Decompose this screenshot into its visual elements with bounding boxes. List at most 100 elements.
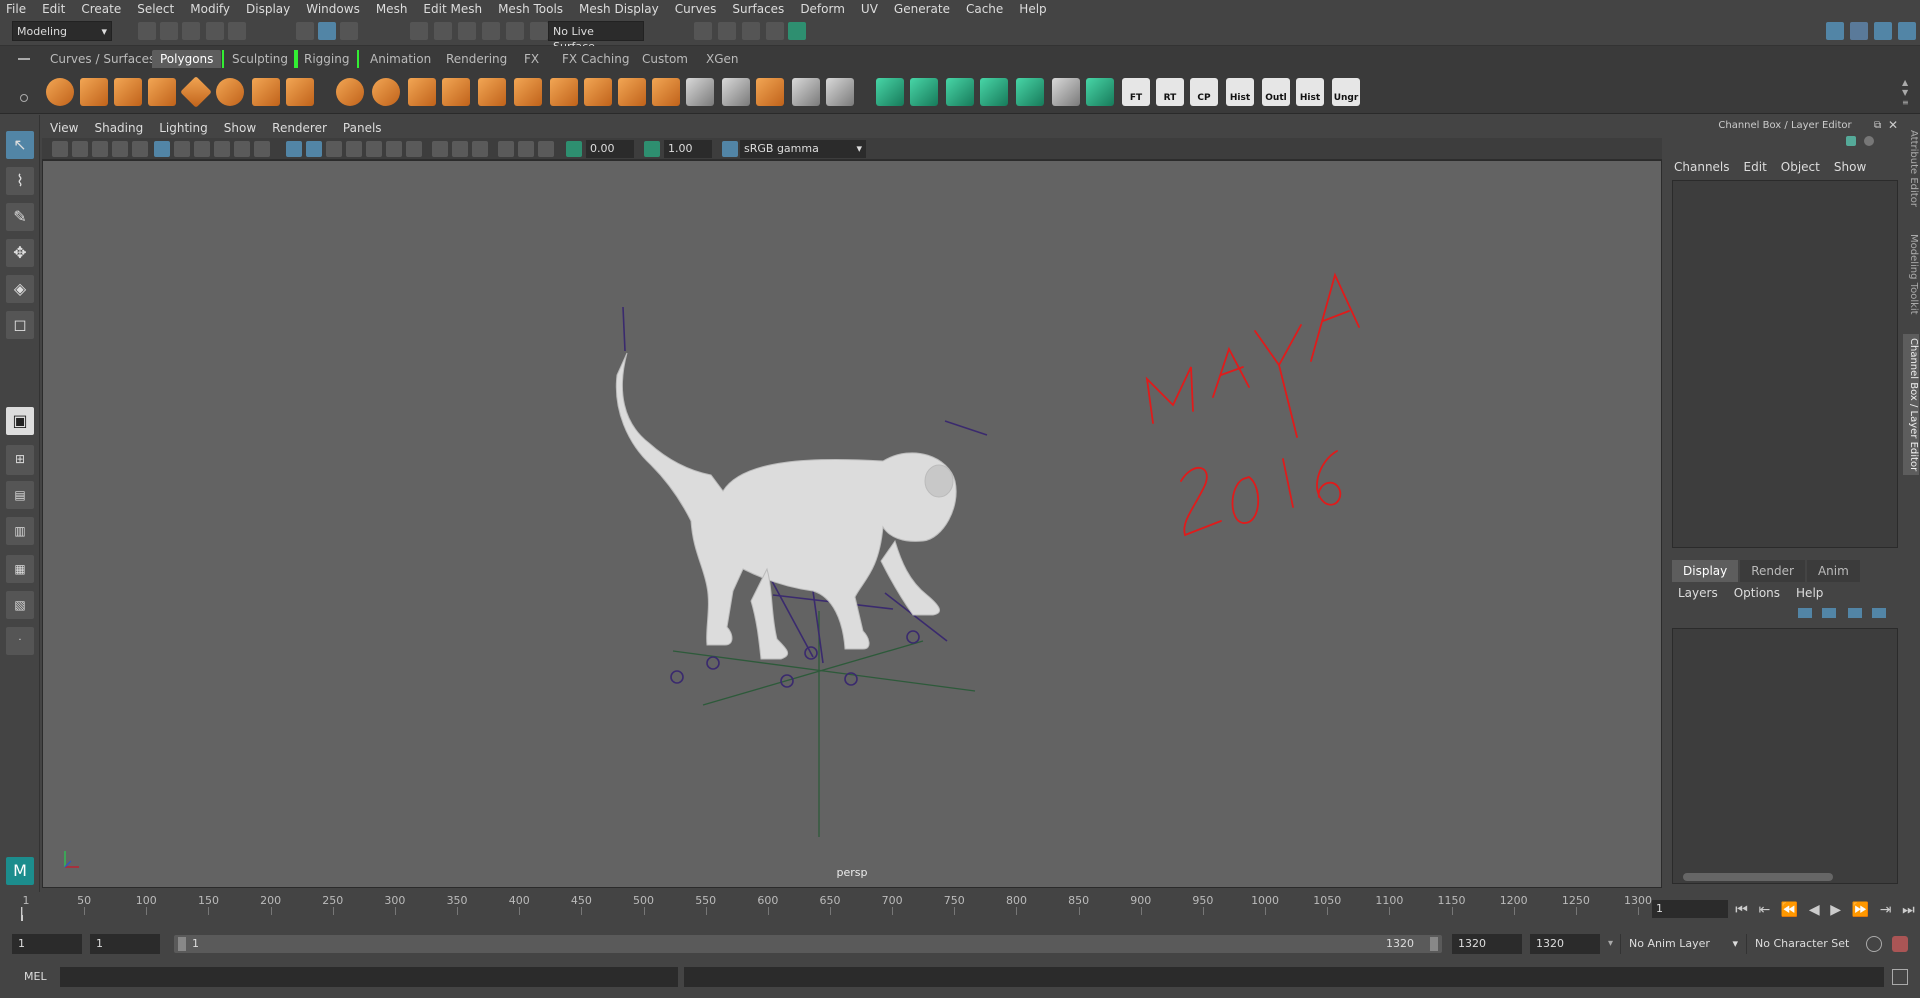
channel-filter-icon[interactable]: [1846, 136, 1856, 146]
character-set-dropdown[interactable]: No Character Set: [1746, 934, 1864, 954]
menu-file[interactable]: File: [6, 2, 26, 16]
snap-view-icon[interactable]: [530, 22, 548, 40]
far-clip-field[interactable]: 1.00: [664, 140, 712, 158]
single-view-icon[interactable]: ▣: [6, 407, 34, 435]
poly-plane-icon[interactable]: [180, 76, 212, 108]
script-editor-icon[interactable]: [1892, 969, 1908, 985]
snap-surface-icon[interactable]: [506, 22, 524, 40]
step-back-frame-icon[interactable]: ⏪: [1781, 902, 1798, 918]
fill-hole-icon[interactable]: [756, 78, 784, 106]
anim-layer-dropdown[interactable]: No Anim Layer ▾: [1620, 934, 1738, 954]
shelf-menu-icon[interactable]: [18, 58, 30, 60]
menu-windows[interactable]: Windows: [306, 2, 360, 16]
poly-torus-icon[interactable]: [216, 78, 244, 106]
paint-select-icon[interactable]: ✎: [6, 203, 34, 231]
extrude-icon[interactable]: [478, 78, 506, 106]
tab-channel-box[interactable]: Channel Box / Layer Editor: [1903, 334, 1919, 476]
ambient-occlusion-icon[interactable]: [366, 141, 382, 157]
mirror-icon[interactable]: [408, 78, 436, 106]
motion-blur-icon[interactable]: [386, 141, 402, 157]
outliner-icon[interactable]: Outl: [1262, 78, 1290, 106]
menu-curves[interactable]: Curves: [675, 2, 717, 16]
step-forward-frame-icon[interactable]: ⏩: [1852, 902, 1869, 918]
menu-mesh[interactable]: Mesh: [376, 2, 408, 16]
poly-cube-icon[interactable]: [80, 78, 108, 106]
new-layer-selected-icon[interactable]: [1872, 608, 1886, 618]
menu-select[interactable]: Select: [137, 2, 174, 16]
merge-icon[interactable]: [792, 78, 820, 106]
end-time-field[interactable]: 1320: [1530, 934, 1600, 954]
select-tool-icon[interactable]: ↖: [6, 131, 34, 159]
image-plane-icon[interactable]: [112, 141, 128, 157]
menu-edit-mesh[interactable]: Edit Mesh: [423, 2, 482, 16]
field-chart-icon[interactable]: [234, 141, 250, 157]
isolate-select-icon[interactable]: [472, 141, 488, 157]
checker-icon[interactable]: [1052, 78, 1080, 106]
render-frame-icon[interactable]: [718, 22, 736, 40]
persp-viewport[interactable]: persp: [42, 160, 1662, 888]
open-scene-icon[interactable]: [160, 22, 178, 40]
frame-all-icon[interactable]: [498, 141, 514, 157]
safe-action-icon[interactable]: [254, 141, 270, 157]
lasso-tool-icon[interactable]: ⌇: [6, 167, 34, 195]
view-menu-lighting[interactable]: Lighting: [159, 121, 208, 135]
tab-anim[interactable]: Anim: [1806, 560, 1860, 582]
tab-polygons[interactable]: Polygons: [152, 50, 222, 68]
channel-list[interactable]: [1672, 180, 1898, 548]
tab-sculpting[interactable]: Sculpting: [222, 50, 299, 68]
menu-help[interactable]: Help: [1019, 2, 1046, 16]
bridge-icon[interactable]: [584, 78, 612, 106]
mode-dropdown[interactable]: Modeling ▾: [12, 21, 112, 41]
reset-transform-icon[interactable]: RT: [1156, 78, 1184, 106]
layer-scrollbar[interactable]: [1683, 873, 1833, 881]
menu-surfaces[interactable]: Surfaces: [732, 2, 784, 16]
2d-pan-icon[interactable]: [132, 141, 148, 157]
current-frame-field[interactable]: 1: [1652, 900, 1728, 918]
tab-custom[interactable]: Custom: [634, 50, 696, 68]
tab-display[interactable]: Display: [1672, 560, 1739, 582]
insert-edge-loop-icon[interactable]: [652, 78, 680, 106]
gate-mask-icon[interactable]: [214, 141, 230, 157]
range-slider[interactable]: 1 1320: [174, 935, 1442, 953]
multisample-icon[interactable]: [406, 141, 422, 157]
playback-end-field[interactable]: 1320: [1452, 934, 1522, 954]
frame-camera-icon[interactable]: [538, 141, 554, 157]
play-forward-icon[interactable]: ▶: [1830, 902, 1841, 918]
poly-cylinder-icon[interactable]: [114, 78, 142, 106]
rotate-tool-icon[interactable]: ◈: [6, 275, 34, 303]
menu-modify[interactable]: Modify: [190, 2, 230, 16]
select-component-icon[interactable]: [340, 22, 358, 40]
delete-history-icon[interactable]: Hist: [1226, 78, 1254, 106]
boolean-icon[interactable]: [722, 78, 750, 106]
step-back-key-icon[interactable]: ⇤: [1759, 902, 1771, 918]
new-layer-icon[interactable]: [1848, 608, 1862, 618]
snap-grid-icon[interactable]: [410, 22, 428, 40]
freeze-transform-icon[interactable]: FT: [1122, 78, 1150, 106]
shelf-scroll-icon[interactable]: ▲ ▼ ≡: [1902, 78, 1909, 108]
step-forward-key-icon[interactable]: ⇥: [1880, 902, 1892, 918]
move-layer-up-icon[interactable]: [1798, 608, 1812, 618]
uv-automatic-icon[interactable]: [980, 78, 1008, 106]
camera-select-icon[interactable]: [52, 141, 68, 157]
tab-animation[interactable]: Animation: [362, 50, 439, 68]
scale-tool-icon[interactable]: ◻: [6, 311, 34, 339]
live-surface-field[interactable]: No Live Surface: [548, 21, 644, 53]
new-scene-icon[interactable]: [138, 22, 156, 40]
uv-editor-icon[interactable]: [1016, 78, 1044, 106]
uv-planar-icon[interactable]: [876, 78, 904, 106]
xray-icon[interactable]: [432, 141, 448, 157]
toggle-sidebar-icon[interactable]: [1898, 22, 1916, 40]
color-management-icon[interactable]: [722, 141, 738, 157]
layout-quad-icon[interactable]: [1850, 22, 1868, 40]
float-icon[interactable]: ⧉: [1874, 120, 1881, 131]
poly-pyramid-icon[interactable]: [252, 78, 280, 106]
snap-point-icon[interactable]: [458, 22, 476, 40]
near-clip-icon[interactable]: [566, 141, 582, 157]
view-menu-shading[interactable]: Shading: [94, 121, 143, 135]
smooth-icon[interactable]: [442, 78, 470, 106]
edit-menu[interactable]: Edit: [1744, 160, 1767, 174]
chevron-down-icon[interactable]: ▾: [1608, 934, 1618, 954]
help-menu[interactable]: Help: [1796, 586, 1823, 600]
channels-menu[interactable]: Channels: [1674, 160, 1730, 174]
bookmark-icon[interactable]: [92, 141, 108, 157]
